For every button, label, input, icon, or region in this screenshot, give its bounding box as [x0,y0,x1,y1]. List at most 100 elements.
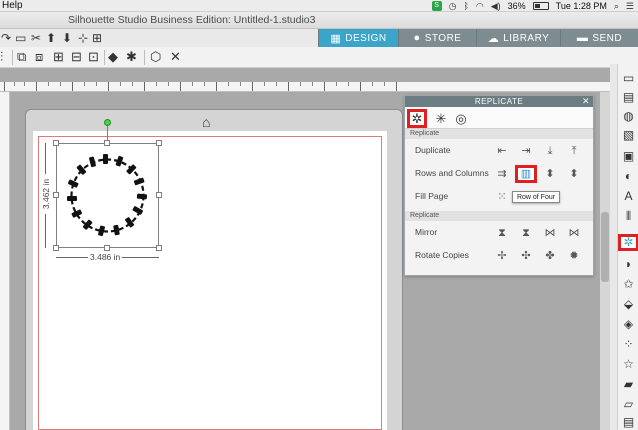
rotate-four-icon[interactable]: ✣ [517,247,535,265]
row-of-three-icon[interactable]: ⇉ [493,165,511,183]
duplicate-left-icon[interactable]: ⇤ [493,142,511,160]
trace-icon[interactable]: ⬙ [618,296,638,313]
resize-handle[interactable] [53,192,59,198]
modify-icon[interactable]: ◗ [618,256,638,273]
notification-center-icon[interactable]: ☰ [626,0,634,12]
tab-send[interactable]: ▬ SEND [560,29,638,47]
bluetooth-icon[interactable]: ᛒ [463,0,468,12]
height-dimension: 3.462 in [40,143,51,248]
text-style-icon[interactable]: A [618,188,638,205]
replicate-panel-icon[interactable]: ✲ [618,234,638,251]
duplicate-above-icon[interactable]: ⤒ [565,142,583,160]
close-icon[interactable]: ✕ [582,96,590,107]
volume-icon[interactable]: ◀) [491,0,501,12]
resize-handle[interactable] [156,192,162,198]
shapes-icon[interactable]: ◆ [108,49,118,65]
tab-library[interactable]: ☁ LIBRARY [476,29,560,47]
grid-icon: ▦ [330,32,342,45]
pixscan-icon[interactable]: ▤ [618,89,638,106]
ungroup-icon[interactable]: ⧈ [35,49,43,65]
line-style-icon[interactable]: ▣ [618,148,638,165]
resize-handle[interactable] [104,140,110,146]
resize-handle[interactable] [53,245,59,251]
mirror-left-icon[interactable]: ⋈ [541,224,559,242]
sketch-icon[interactable]: ⁘ [618,336,638,353]
fit-page-icon[interactable]: ⊞ [92,30,102,46]
line-color-icon[interactable]: ▧ [618,127,638,144]
fill-page-label: Fill Page [415,191,449,201]
align-icon[interactable]: ⫶ [0,49,3,65]
delete-icon[interactable]: ✕ [170,49,181,65]
width-dimension: 3.486 in [56,252,159,263]
zoom-select-icon[interactable]: ⊹ [78,30,88,46]
favorites-star-icon[interactable]: ☆ [618,356,638,373]
fill-page-icon[interactable]: ⁙ [493,188,511,206]
menubar-clock[interactable]: Tue 1:28 PM [556,1,607,11]
scrollbar-thumb[interactable] [601,212,609,282]
resize-handle[interactable] [156,245,162,251]
resize-handle[interactable] [53,140,59,146]
duplicate-below-icon[interactable]: ⤓ [541,142,559,160]
mirror-above-icon[interactable]: ⧗ [517,224,535,242]
replicate-panel-header[interactable]: REPLICATE ✕ [405,96,593,107]
rows-and-columns-row: Rows and Columns ⇉ ▥ ⬍ ⬍ [405,162,593,185]
offset-icon[interactable]: ✩ [618,276,638,293]
rotate-two-icon[interactable]: ✢ [493,247,511,265]
resize-handle[interactable] [156,140,162,146]
wifi-icon[interactable]: ◠ [476,0,484,12]
workspace-top-strip [0,68,610,82]
media-icon[interactable]: ▤ [618,414,638,430]
group-icon[interactable]: ⧉ [17,49,26,65]
weld-icon[interactable]: ⊡ [88,49,99,65]
mirror-label: Mirror [415,227,438,237]
battery-percent: 36% [507,1,526,11]
cut-icon[interactable]: ✂ [31,30,41,46]
column-of-three-icon[interactable]: ⬍ [541,165,559,183]
align-panel-icon[interactable]: ⫴ [618,208,638,225]
duplicate-right-icon[interactable]: ⇥ [517,142,535,160]
column-of-four-icon[interactable]: ⬍ [565,165,583,183]
right-toolbar: ▭ ▤ ◍ ▧ ▣ ◐ A ⫴ ✲ ◗ ✩ ⬙ ◈ ⁘ ☆ ▰ ▱ ▤ [617,64,638,430]
save-icon[interactable]: ▭ [15,30,26,46]
help-menu[interactable]: Help [2,0,23,12]
width-dimension-label: 3.486 in [88,252,123,262]
row-of-four-icon[interactable]: ▥ [515,165,537,183]
magic-replicate-icon[interactable]: ✳ [431,109,451,128]
replicate-panel-title: REPLICATE [474,97,524,106]
resize-handle[interactable] [104,245,110,251]
height-dimension-label: 3.462 in [41,174,51,214]
layers-icon[interactable]: ◈ [618,316,638,333]
download-icon[interactable]: ⬇ [62,30,72,46]
release-compound-icon[interactable]: ⊟ [71,49,82,65]
mirror-right-icon[interactable]: ⋈ [565,224,583,242]
tab-design[interactable]: ▦ DESIGN [318,29,398,47]
menubar-status: S ◷ ᛒ ◠ ◀) 36% Tue 1:28 PM ⌕ ☰ [431,0,634,12]
rotate-six-icon[interactable]: ✤ [541,247,559,265]
redo-icon[interactable]: ↷ [1,30,11,46]
rotate-circle-icon[interactable]: ◎ [451,109,471,128]
transform-icon[interactable]: ▰ [618,376,638,393]
upload-icon[interactable]: ⬆ [46,30,56,46]
window-titlebar: Silhouette Studio Business Edition: Unti… [0,12,638,29]
rotate-eight-icon[interactable]: ✹ [565,247,583,265]
image-effects-icon[interactable]: ◐ [618,168,638,185]
fill-color-icon[interactable]: ◍ [618,108,638,125]
page-setup-icon[interactable]: ▭ [618,70,638,87]
vertical-scrollbar[interactable] [600,92,610,430]
app-status-icon[interactable]: S [431,1,442,11]
wreath-design[interactable] [56,143,159,248]
star-shapes-icon[interactable]: ✱ [126,49,137,65]
compound-path-icon[interactable]: ⊞ [53,49,64,65]
time-machine-icon[interactable]: ◷ [449,0,457,12]
library-icon[interactable]: ▱ [618,396,638,413]
rotation-handle[interactable] [104,119,111,126]
spotlight-icon[interactable]: ⌕ [614,0,619,12]
3d-box-icon[interactable]: ⬡ [150,49,161,65]
send-icon: ▬ [576,32,589,44]
toolbar-divider [144,50,145,65]
replicate-tab-icon[interactable]: ✲ [407,109,427,128]
edit-toolbar: ⫶ ⧉ ⧈ ⊞ ⊟ ⊡ ◆ ✱ ⬡ ✕ [0,47,638,68]
battery-icon[interactable] [532,2,549,10]
tab-store[interactable]: ● STORE [398,29,476,47]
mirror-below-icon[interactable]: ⧗ [493,224,511,242]
